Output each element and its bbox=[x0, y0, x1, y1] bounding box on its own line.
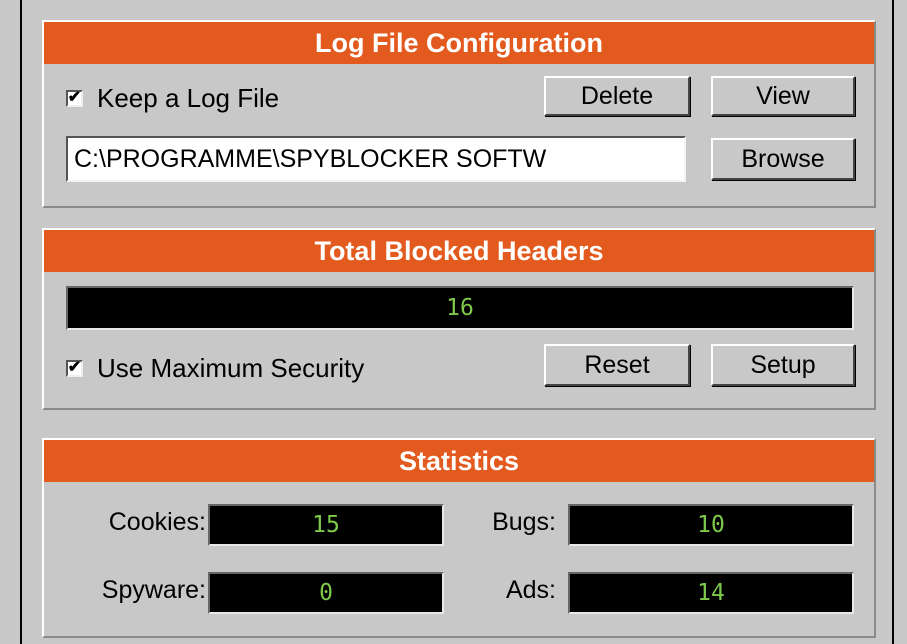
total-blocked-display: 16 bbox=[66, 286, 854, 330]
cookies-label: Cookies: bbox=[108, 508, 206, 536]
browse-button[interactable]: Browse bbox=[711, 138, 855, 180]
max-security-row[interactable]: ✔ Use Maximum Security bbox=[66, 352, 364, 384]
reset-button[interactable]: Reset bbox=[544, 344, 690, 386]
window-frame-right bbox=[892, 0, 894, 644]
check-icon: ✔ bbox=[67, 359, 82, 376]
spyware-display: 0 bbox=[208, 572, 444, 614]
ads-label: Ads: bbox=[505, 576, 556, 604]
spyware-label: Spyware: bbox=[101, 576, 206, 604]
bugs-display: 10 bbox=[568, 504, 854, 546]
spyblocker-window: Log File Configuration ✔ Keep a Log File… bbox=[0, 0, 907, 644]
total-blocked-headers-title: Total Blocked Headers bbox=[44, 230, 874, 272]
max-security-label: Use Maximum Security bbox=[97, 352, 365, 383]
statistics-title: Statistics bbox=[44, 440, 874, 482]
keep-log-file-label: Keep a Log File bbox=[97, 82, 280, 113]
log-file-path-field[interactable]: C:\PROGRAMME\SPYBLOCKER SOFTW bbox=[66, 136, 686, 182]
log-file-configuration-group: Log File Configuration ✔ Keep a Log File… bbox=[42, 20, 876, 208]
window-frame-left bbox=[20, 0, 22, 644]
cookies-display: 15 bbox=[208, 504, 444, 546]
delete-button[interactable]: Delete bbox=[544, 76, 690, 116]
total-blocked-headers-group: Total Blocked Headers 16 ✔ Use Maximum S… bbox=[42, 228, 876, 410]
setup-button[interactable]: Setup bbox=[711, 344, 855, 386]
keep-log-file-row[interactable]: ✔ Keep a Log File bbox=[66, 82, 279, 114]
check-icon: ✔ bbox=[67, 89, 82, 106]
keep-log-file-checkbox[interactable]: ✔ bbox=[66, 89, 83, 107]
max-security-checkbox[interactable]: ✔ bbox=[66, 359, 83, 377]
bugs-label: Bugs: bbox=[492, 508, 556, 536]
statistics-group: Statistics Cookies: 15 Bugs: 10 Spyware:… bbox=[42, 438, 876, 638]
view-button[interactable]: View bbox=[711, 76, 855, 116]
ads-display: 14 bbox=[568, 572, 854, 614]
log-file-configuration-title: Log File Configuration bbox=[44, 22, 874, 64]
